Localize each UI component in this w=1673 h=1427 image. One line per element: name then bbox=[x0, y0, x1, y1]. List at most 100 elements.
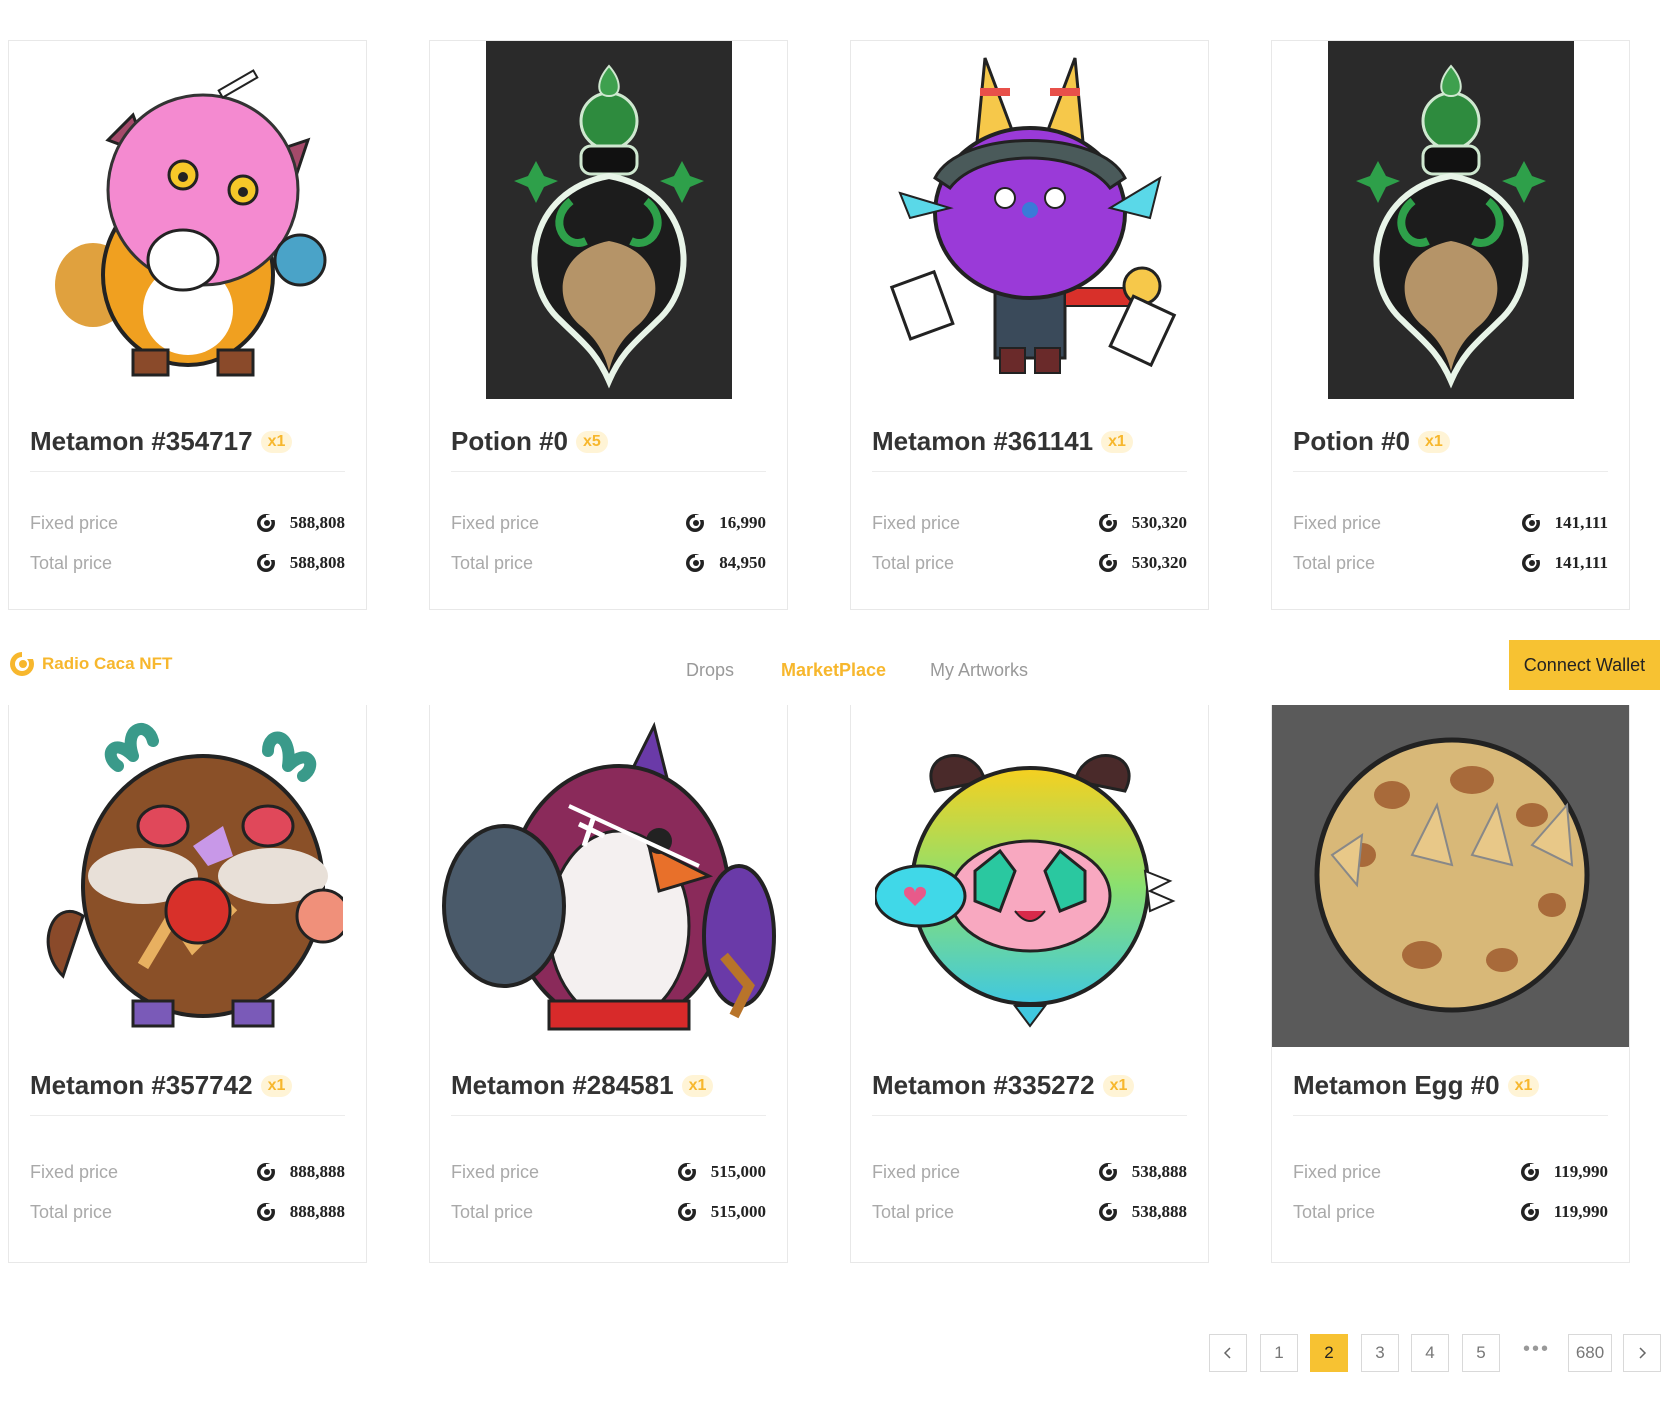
quantity-badge: x1 bbox=[1507, 1074, 1540, 1097]
page-4[interactable]: 4 bbox=[1411, 1334, 1449, 1372]
fixed-price-row: Fixed price 530,320 bbox=[872, 511, 1187, 535]
brand-name: Radio Caca NFT bbox=[42, 654, 173, 673]
rainbow-metamon-art bbox=[851, 705, 1208, 1047]
total-price-label: Total price bbox=[451, 1201, 534, 1222]
page-5[interactable]: 5 bbox=[1462, 1334, 1500, 1372]
nft-card[interactable]: Metamon #354717 x1 Fixed price 588,808 To… bbox=[8, 40, 367, 610]
fixed-price-row: Fixed price 515,000 bbox=[451, 1160, 766, 1184]
nft-card[interactable]: Metamon #335272 x1 Fixed price 538,888 To… bbox=[850, 705, 1209, 1263]
fixed-price-label: Fixed price bbox=[451, 512, 540, 533]
divider bbox=[451, 471, 766, 472]
quantity-badge: x5 bbox=[576, 430, 608, 453]
nft-card[interactable]: Metamon Egg #0 x1 Fixed price 119,990 Tot… bbox=[1271, 705, 1630, 1263]
fixed-price-label: Fixed price bbox=[30, 512, 119, 533]
fixed-price-value: 119,990 bbox=[1553, 1162, 1608, 1181]
caca-coin-icon bbox=[1521, 554, 1540, 572]
card-title: Potion #0 x1 bbox=[1293, 426, 1608, 457]
page-3[interactable]: 3 bbox=[1361, 1334, 1399, 1372]
nft-card[interactable]: Metamon #357742 x1 Fixed price 888,888 To… bbox=[8, 705, 367, 1263]
caca-coin-icon bbox=[686, 514, 705, 532]
deer-metamon-art bbox=[9, 705, 366, 1047]
caca-coin-icon bbox=[1520, 1203, 1539, 1221]
divider bbox=[872, 471, 1187, 472]
total-price-label: Total price bbox=[872, 552, 955, 573]
card-title: Metamon #354717 x1 bbox=[30, 426, 345, 457]
total-price-row: Total price 538,888 bbox=[872, 1200, 1187, 1224]
next-page-button[interactable] bbox=[1623, 1334, 1661, 1372]
fixed-price-row: Fixed price 141,111 bbox=[1293, 511, 1608, 535]
potion-art bbox=[430, 41, 787, 399]
pink-metamon-art bbox=[9, 41, 366, 399]
nft-card[interactable]: Metamon #284581 x1 Fixed price 515,000 To… bbox=[429, 705, 788, 1263]
fixed-price-value: 588,808 bbox=[289, 513, 345, 532]
card-title: Metamon #335272 x1 bbox=[872, 1070, 1187, 1101]
quantity-badge: x1 bbox=[260, 430, 293, 453]
page-680[interactable]: 680 bbox=[1568, 1334, 1612, 1372]
total-price-row: Total price 588,808 bbox=[30, 551, 345, 575]
fixed-price-label: Fixed price bbox=[1293, 1161, 1382, 1182]
divider bbox=[30, 471, 345, 472]
total-price-label: Total price bbox=[30, 1201, 113, 1222]
total-price-row: Total price 530,320 bbox=[872, 551, 1187, 575]
radio-caca-logo-icon bbox=[10, 652, 34, 676]
nav-my-artworks[interactable]: My Artworks bbox=[930, 660, 1028, 681]
total-price-value: 84,950 bbox=[719, 553, 766, 572]
card-title: Potion #0 x5 bbox=[451, 426, 766, 457]
top-nav: Radio Caca NFT Drops MarketPlace My Artw… bbox=[0, 640, 1673, 700]
caca-coin-icon bbox=[256, 514, 275, 532]
fixed-price-value: 538,888 bbox=[1131, 1162, 1187, 1181]
total-price-row: Total price 515,000 bbox=[451, 1200, 766, 1224]
fixed-price-row: Fixed price 16,990 bbox=[451, 511, 766, 535]
caca-coin-icon bbox=[256, 1163, 275, 1181]
prev-page-button[interactable] bbox=[1209, 1334, 1247, 1372]
nav-marketplace[interactable]: MarketPlace bbox=[781, 660, 886, 681]
fixed-price-label: Fixed price bbox=[1293, 512, 1382, 533]
caca-coin-icon bbox=[677, 1163, 696, 1181]
fixed-price-value: 141,111 bbox=[1554, 513, 1608, 532]
total-price-label: Total price bbox=[30, 552, 113, 573]
card-title: Metamon #284581 x1 bbox=[451, 1070, 766, 1101]
caca-coin-icon bbox=[256, 1203, 275, 1221]
divider bbox=[30, 1115, 345, 1116]
total-price-row: Total price 888,888 bbox=[30, 1200, 345, 1224]
total-price-value: 141,111 bbox=[1554, 553, 1608, 572]
divider bbox=[1293, 471, 1608, 472]
card-title: Metamon #357742 x1 bbox=[30, 1070, 345, 1101]
nft-card[interactable]: Potion #0 x5 Fixed price 16,990 Total pri… bbox=[429, 40, 788, 610]
total-price-value: 588,808 bbox=[289, 553, 345, 572]
connect-wallet-button[interactable]: Connect Wallet bbox=[1509, 640, 1660, 690]
penguin-metamon-art bbox=[430, 705, 787, 1047]
total-price-label: Total price bbox=[872, 1201, 955, 1222]
caca-coin-icon bbox=[1098, 1163, 1117, 1181]
brand-logo[interactable]: Radio Caca NFT bbox=[8, 650, 172, 678]
caca-coin-icon bbox=[1098, 554, 1117, 572]
fixed-price-value: 530,320 bbox=[1131, 513, 1187, 532]
potion-art bbox=[1272, 41, 1629, 399]
nav-drops[interactable]: Drops bbox=[686, 660, 734, 681]
caca-coin-icon bbox=[1520, 1163, 1539, 1181]
fixed-price-label: Fixed price bbox=[30, 1161, 119, 1182]
caca-coin-icon bbox=[1098, 514, 1117, 532]
fixed-price-label: Fixed price bbox=[872, 1161, 961, 1182]
quantity-badge: x1 bbox=[1418, 430, 1450, 453]
fixed-price-row: Fixed price 588,808 bbox=[30, 511, 345, 535]
purple-metamon-art bbox=[851, 41, 1208, 399]
caca-coin-icon bbox=[1521, 514, 1540, 532]
fixed-price-row: Fixed price 119,990 bbox=[1293, 1160, 1608, 1184]
page-1[interactable]: 1 bbox=[1260, 1334, 1298, 1372]
quantity-badge: x1 bbox=[1101, 430, 1133, 453]
total-price-label: Total price bbox=[1293, 1201, 1376, 1222]
pagination-ellipsis[interactable]: ••• bbox=[1523, 1338, 1550, 1361]
total-price-row: Total price 141,111 bbox=[1293, 551, 1608, 575]
total-price-value: 538,888 bbox=[1131, 1202, 1187, 1221]
nft-card[interactable]: Potion #0 x1 Fixed price 141,111 Total pr… bbox=[1271, 40, 1630, 610]
nft-card[interactable]: Metamon #361141 x1 Fixed price 530,320 To… bbox=[850, 40, 1209, 610]
card-title: Metamon Egg #0 x1 bbox=[1293, 1070, 1608, 1101]
caca-coin-icon bbox=[677, 1203, 696, 1221]
total-price-value: 530,320 bbox=[1131, 553, 1187, 572]
fixed-price-row: Fixed price 538,888 bbox=[872, 1160, 1187, 1184]
quantity-badge: x1 bbox=[681, 1074, 714, 1097]
divider bbox=[1293, 1115, 1608, 1116]
page-2-current[interactable]: 2 bbox=[1310, 1334, 1348, 1372]
caca-coin-icon bbox=[256, 554, 275, 572]
